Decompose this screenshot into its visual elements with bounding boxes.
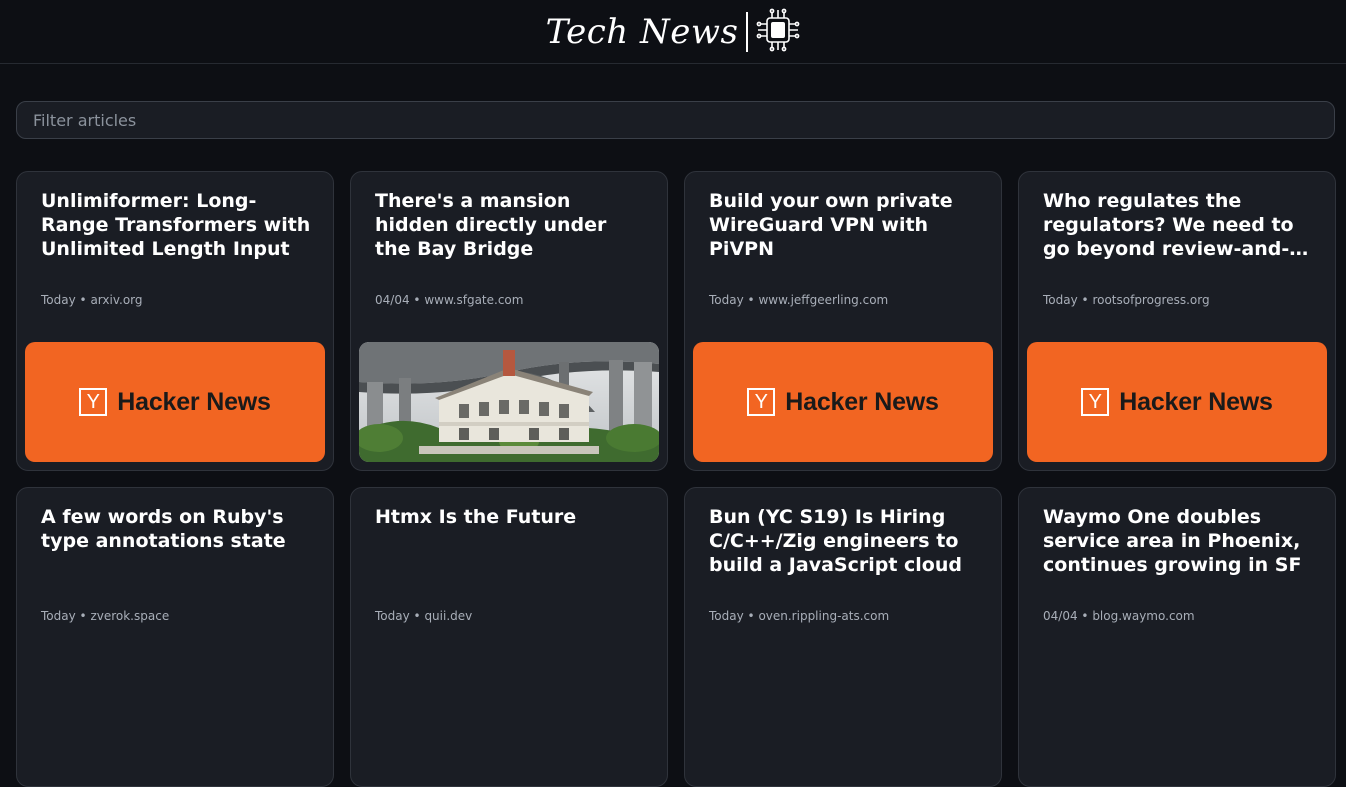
article-card[interactable]: Unlimiformer: Long-Range Transformers wi… [16, 171, 334, 471]
article-meta: Today • arxiv.org [41, 293, 143, 307]
hacker-news-label: Hacker News [117, 387, 271, 416]
article-date: Today [1043, 293, 1078, 307]
logo-divider [746, 11, 749, 52]
hacker-news-label: Hacker News [785, 387, 939, 416]
article-image[interactable] [359, 342, 659, 462]
article-date: Today [41, 293, 76, 307]
article-card[interactable]: Waymo One doubles service area in Phoeni… [1018, 487, 1336, 787]
article-card[interactable]: There's a mansion hidden directly under … [350, 171, 668, 471]
article-title[interactable]: Waymo One doubles service area in Phoeni… [1043, 505, 1315, 577]
circuit-chip-icon [756, 8, 800, 56]
article-source: www.jeffgeerling.com [758, 293, 889, 307]
article-title[interactable]: Who regulates the regulators? We need to… [1043, 189, 1315, 261]
article-card[interactable]: Who regulates the regulators? We need to… [1018, 171, 1336, 471]
article-image[interactable]: Y Hacker News [693, 342, 993, 462]
mansion-photo [359, 342, 659, 462]
article-source: rootsofprogress.org [1092, 293, 1210, 307]
article-title[interactable]: There's a mansion hidden directly under … [375, 189, 647, 261]
y-logo-icon: Y [79, 388, 108, 416]
article-title[interactable]: Bun (YC S19) Is Hiring C/C++/Zig enginee… [709, 505, 981, 577]
article-meta: Today • zverok.space [41, 609, 170, 623]
article-card[interactable]: A few words on Ruby's type annotations s… [16, 487, 334, 787]
article-source: oven.rippling-ats.com [758, 609, 890, 623]
article-title[interactable]: Build your own private WireGuard VPN wit… [709, 189, 981, 261]
article-card[interactable]: Htmx Is the Future Today • quii.dev [350, 487, 668, 787]
article-title[interactable]: Htmx Is the Future [375, 505, 647, 529]
article-meta: Today • oven.rippling-ats.com [709, 609, 890, 623]
filter-articles-input[interactable] [16, 101, 1335, 139]
article-source: arxiv.org [90, 293, 143, 307]
article-date: Today [709, 293, 744, 307]
hacker-news-banner: Y Hacker News [693, 342, 993, 462]
article-image[interactable]: Y Hacker News [25, 342, 325, 462]
article-date: Today [709, 609, 744, 623]
filter-bar [16, 101, 1335, 139]
hacker-news-label: Hacker News [1119, 387, 1273, 416]
article-title[interactable]: A few words on Ruby's type annotations s… [41, 505, 313, 553]
article-meta: Today • rootsofprogress.org [1043, 293, 1210, 307]
article-image[interactable]: Y Hacker News [1027, 342, 1327, 462]
site-logo[interactable]: Tech News [546, 8, 801, 56]
article-date: 04/04 [1043, 609, 1078, 623]
article-source: quii.dev [424, 609, 473, 623]
article-source: zverok.space [90, 609, 170, 623]
article-meta: 04/04 • blog.waymo.com [1043, 609, 1195, 623]
article-source: blog.waymo.com [1092, 609, 1195, 623]
article-date: Today [41, 609, 76, 623]
article-source: www.sfgate.com [424, 293, 524, 307]
article-card[interactable]: Bun (YC S19) Is Hiring C/C++/Zig enginee… [684, 487, 1002, 787]
article-meta: Today • quii.dev [375, 609, 473, 623]
article-title[interactable]: Unlimiformer: Long-Range Transformers wi… [41, 189, 313, 261]
logo-text: Tech News [545, 11, 739, 52]
y-logo-icon: Y [1081, 388, 1110, 416]
article-date: Today [375, 609, 410, 623]
article-card[interactable]: Build your own private WireGuard VPN wit… [684, 171, 1002, 471]
article-meta: 04/04 • www.sfgate.com [375, 293, 524, 307]
article-meta: Today • www.jeffgeerling.com [709, 293, 889, 307]
hacker-news-banner: Y Hacker News [1027, 342, 1327, 462]
article-date: 04/04 [375, 293, 410, 307]
hacker-news-banner: Y Hacker News [25, 342, 325, 462]
site-header: Tech News [0, 0, 1346, 64]
article-grid: Unlimiformer: Long-Range Transformers wi… [16, 171, 1336, 787]
y-logo-icon: Y [747, 388, 776, 416]
